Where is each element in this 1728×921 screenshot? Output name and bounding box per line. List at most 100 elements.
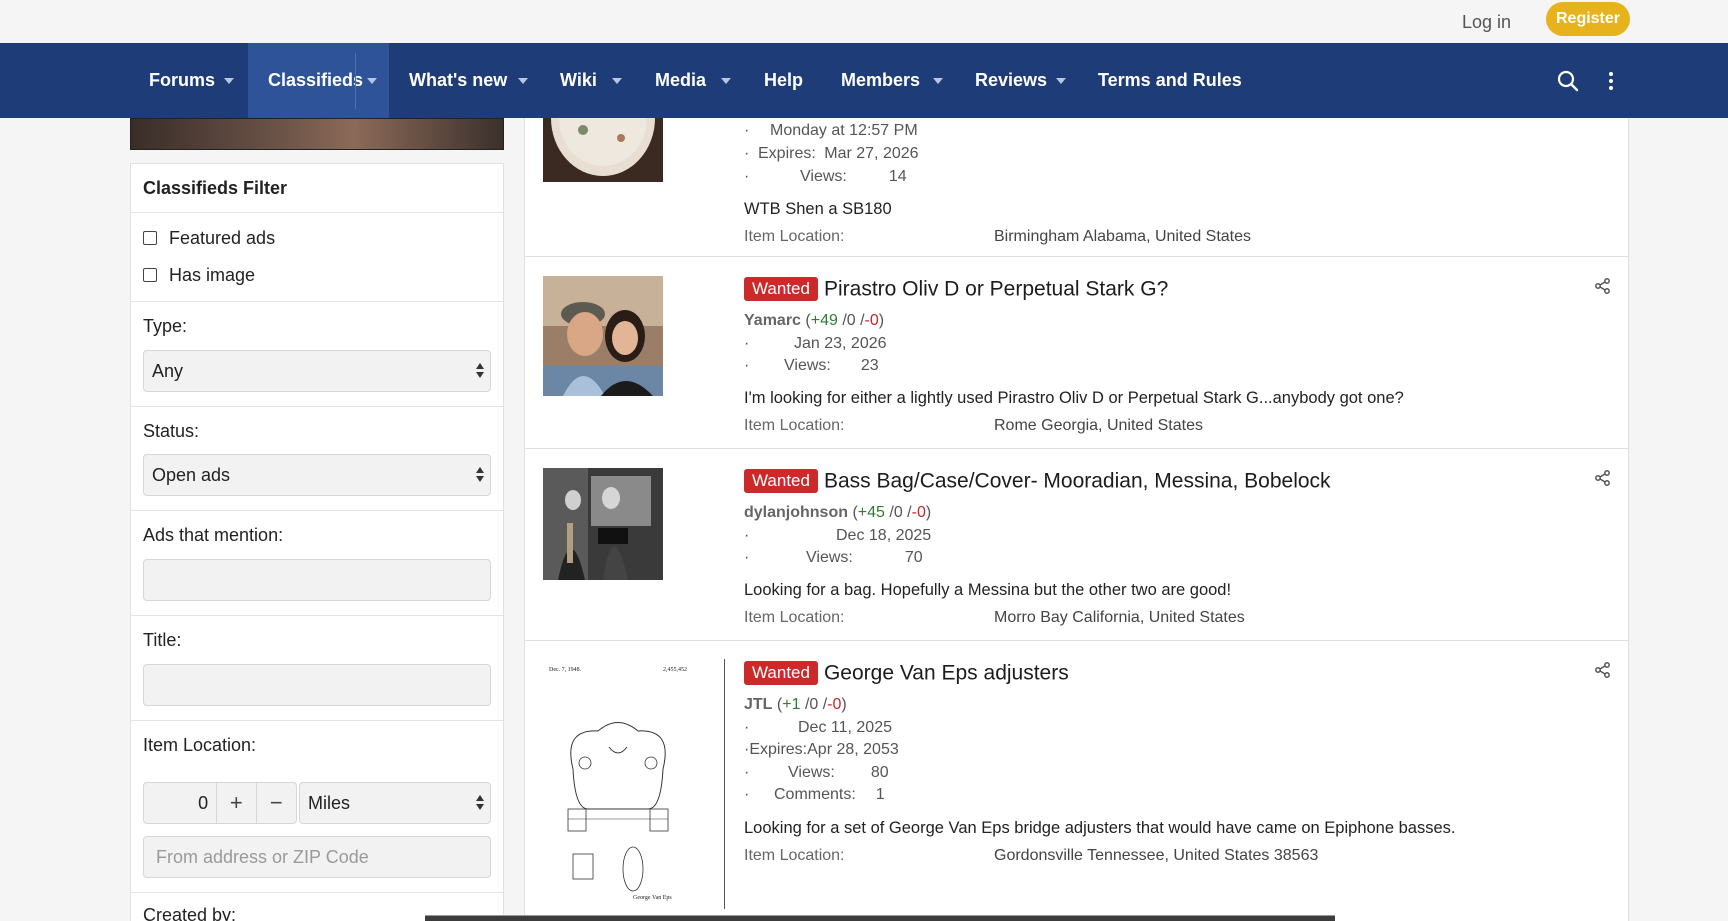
has-image-checkbox[interactable] [143, 268, 157, 282]
location-value: Gordonsville Tennessee, United States 38… [994, 847, 1319, 864]
share-icon[interactable] [1594, 277, 1612, 295]
sidebar-banner-image [130, 118, 504, 150]
listing-author: Yamarc (+49 /0 /-0) [744, 312, 885, 329]
divider [131, 301, 503, 302]
nav-wiki[interactable]: Wiki [560, 43, 597, 118]
register-button[interactable]: Register [1546, 2, 1630, 36]
type-label: Type: [143, 316, 188, 336]
listing-views: · Views: 80 [744, 764, 889, 781]
chevron-down-icon[interactable] [513, 43, 533, 118]
listing-views: · Views: 14 [744, 168, 907, 185]
listing-description: Looking for a set of George Van Eps brid… [744, 819, 1456, 837]
filter-title: Classifieds Filter [143, 178, 288, 198]
address-input[interactable] [143, 836, 491, 878]
author-link[interactable]: JTL [744, 696, 772, 713]
listing-description: I'm looking for either a lightly used Pi… [744, 389, 1404, 407]
distance-stepper[interactable]: 0 + − [143, 782, 297, 824]
chevron-down-icon[interactable] [1051, 43, 1071, 118]
location-label: Item Location: [744, 609, 845, 626]
nav-reviews[interactable]: Reviews [975, 43, 1047, 118]
status-select-value: Open ads [152, 465, 231, 485]
listing-date: · Dec 18, 2025 [744, 527, 932, 544]
divider [131, 892, 503, 893]
nav-divider [355, 53, 356, 109]
listing-thumbnail[interactable] [543, 276, 663, 396]
listing-description: WTB Shen a SB180 [744, 200, 892, 218]
chevron-down-icon[interactable] [716, 43, 736, 118]
title-label: Title: [143, 630, 182, 650]
main-nav: Forums Classifieds What's new Wiki Media… [0, 43, 1728, 118]
listing-title[interactable]: Wanted Bass Bag/Case/Cover- Mooradian, Me… [744, 469, 1331, 494]
status-select[interactable]: Open ads [143, 454, 491, 496]
floating-toolbar [425, 915, 1335, 921]
classifieds-filter: Classifieds Filter Featured ads Has imag… [130, 163, 504, 921]
divider [131, 510, 503, 511]
listing-image [543, 118, 663, 182]
featured-ads-checkbox[interactable] [143, 231, 157, 245]
listing-item: Dec. 7, 1948. 2,455,452 George Van Eps W… [525, 641, 1628, 921]
nav-help[interactable]: Help [764, 43, 803, 118]
chevron-down-icon[interactable] [362, 43, 382, 118]
listing-expires: ·Expires:Apr 28, 2053 [744, 741, 899, 758]
distance-unit-select[interactable]: Miles [299, 782, 491, 824]
listing-thumbnail[interactable] [543, 118, 663, 182]
distance-value[interactable]: 0 [144, 783, 218, 823]
listing-item: Wanted Pirastro Oliv D or Perpetual Stark… [525, 257, 1628, 449]
listing-image [543, 468, 663, 580]
created-by-label: Created by: [143, 905, 237, 921]
search-icon[interactable] [1556, 69, 1580, 93]
ads-mention-input[interactable] [143, 559, 491, 601]
chevron-down-icon[interactable] [219, 43, 239, 118]
increment-button[interactable]: + [217, 783, 257, 823]
listing-thumbnail[interactable] [543, 468, 663, 580]
divider [724, 659, 725, 909]
divider [131, 406, 503, 407]
item-location-label: Item Location: [143, 735, 257, 755]
patent-number: 2,455,452 [663, 667, 687, 673]
share-icon[interactable] [1594, 469, 1612, 487]
nav-whats-new[interactable]: What's new [409, 43, 507, 118]
select-arrows-icon [476, 795, 484, 811]
nav-forums[interactable]: Forums [149, 43, 215, 118]
listing-image [543, 276, 663, 396]
listing-date: · Jan 23, 2026 [744, 335, 887, 352]
divider [131, 212, 503, 213]
location-label: Item Location: [744, 847, 845, 864]
login-link[interactable]: Log in [1462, 8, 1511, 36]
wanted-badge: Wanted [744, 469, 818, 494]
patent-inventor: George Van Eps [633, 895, 672, 901]
nav-members[interactable]: Members [841, 43, 920, 118]
listing-expires: · Expires: Mar 27, 2026 [744, 145, 919, 162]
wanted-badge: Wanted [744, 661, 818, 686]
nav-media[interactable]: Media [655, 43, 706, 118]
listing-author: dylanjohnson (+45 /0 /-0) [744, 504, 932, 521]
chevron-down-icon[interactable] [928, 43, 948, 118]
has-image-label: Has image [169, 264, 256, 285]
listing-thumbnail[interactable]: Dec. 7, 1948. 2,455,452 George Van Eps [543, 659, 693, 909]
share-icon[interactable] [1594, 661, 1612, 679]
type-select[interactable]: Any [143, 350, 491, 392]
type-select-value: Any [152, 361, 184, 381]
listing-item: · Monday at 12:57 PM · Expires: Mar 27, 20… [525, 118, 1628, 257]
featured-ads-option[interactable]: Featured ads [143, 227, 275, 249]
location-value: Morro Bay California, United States [994, 609, 1245, 626]
select-arrows-icon [476, 363, 484, 379]
wanted-badge: Wanted [744, 277, 818, 302]
nav-classifieds-label: Classifieds [268, 70, 364, 90]
decrement-button[interactable]: − [257, 783, 296, 823]
listing-comments: · Comments: 1 [744, 786, 885, 803]
has-image-option[interactable]: Has image [143, 264, 255, 286]
listing-image: Dec. 7, 1948. 2,455,452 George Van Eps [543, 659, 693, 909]
listing-views: · Views: 70 [744, 549, 923, 566]
author-link[interactable]: dylanjohnson [744, 504, 848, 521]
listing-title[interactable]: Wanted Pirastro Oliv D or Perpetual Stark… [744, 277, 1168, 302]
title-input[interactable] [143, 664, 491, 706]
top-bar: Log in Register [0, 0, 1728, 43]
listing-description: Looking for a bag. Hopefully a Messina b… [744, 581, 1232, 599]
location-label: Item Location: [744, 417, 845, 434]
author-link[interactable]: Yamarc [744, 312, 801, 329]
chevron-down-icon[interactable] [607, 43, 627, 118]
nav-terms-and-rules[interactable]: Terms and Rules [1098, 43, 1242, 118]
more-vertical-icon[interactable] [1599, 69, 1623, 93]
listing-title[interactable]: Wanted George Van Eps adjusters [744, 661, 1069, 686]
